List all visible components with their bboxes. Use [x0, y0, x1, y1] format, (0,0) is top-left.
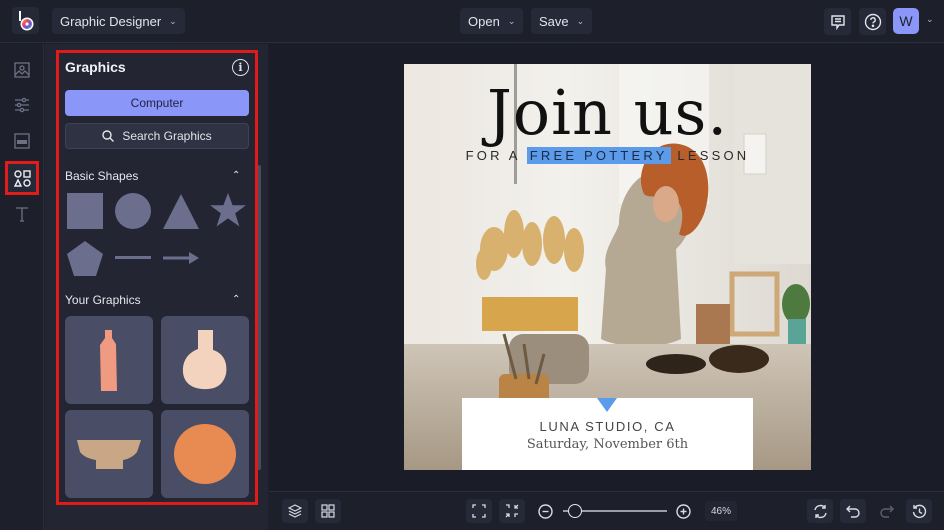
replace-button[interactable] — [807, 499, 833, 523]
history-icon — [912, 504, 926, 518]
zoom-percent-text: 46% — [710, 505, 731, 517]
subheadline-prefix: FOR A — [465, 148, 520, 163]
chevron-down-icon: ⌄ — [169, 15, 177, 26]
zoom-percent-input[interactable]: 46% — [705, 501, 737, 521]
sliders-icon — [15, 97, 29, 113]
graphic-round-vase[interactable] — [161, 316, 249, 404]
feedback-button[interactable] — [824, 8, 851, 35]
top-bar: Graphic Designer ⌄ Open ⌄ Save ⌄ W ⌄ — [0, 0, 944, 43]
search-label: Search Graphics — [122, 129, 212, 143]
graphic-bottle-vase[interactable] — [65, 316, 153, 404]
history-button[interactable] — [906, 499, 932, 523]
search-icon — [102, 130, 115, 142]
undo-icon — [845, 505, 860, 518]
expand-icon — [472, 504, 486, 518]
bowl-icon — [77, 440, 141, 469]
your-graphics-heading: Your Graphics — [65, 293, 141, 307]
redo-button[interactable] — [873, 499, 899, 523]
redo-icon — [879, 505, 894, 518]
layers-icon — [288, 504, 302, 518]
zoom-slider-handle[interactable] — [567, 504, 582, 518]
user-avatar[interactable]: W — [893, 8, 919, 34]
help-icon — [864, 13, 881, 30]
open-button[interactable]: Open ⌄ — [460, 8, 524, 34]
avatar-initial: W — [899, 13, 913, 29]
shape-line[interactable] — [114, 253, 152, 263]
location-text: LUNA STUDIO, CA — [539, 419, 676, 434]
save-button[interactable]: Save ⌄ — [531, 8, 593, 34]
upload-computer-button[interactable]: Computer — [65, 90, 249, 116]
collapse-your-graphics-icon[interactable]: ⌃ — [232, 294, 240, 305]
feedback-icon — [830, 14, 845, 30]
rail-item-adjust[interactable] — [8, 91, 36, 119]
help-button[interactable] — [859, 8, 886, 35]
shrink-button[interactable] — [499, 499, 525, 523]
logo-icon — [18, 10, 33, 30]
shape-square[interactable] — [66, 193, 104, 229]
subheadline-highlight: FREE POTTERY — [526, 147, 671, 164]
panel-title: Graphics — [65, 59, 126, 75]
event-info-box[interactable]: LUNA STUDIO, CA Saturday, November 6th — [462, 398, 753, 470]
rail-item-layouts[interactable] — [8, 127, 36, 155]
basic-shapes-heading: Basic Shapes — [65, 169, 139, 183]
layout-icon — [14, 133, 30, 149]
panel-scrollbar[interactable] — [257, 165, 261, 470]
shape-arrow[interactable] — [162, 250, 200, 266]
computer-label: Computer — [130, 96, 184, 110]
rail-item-text[interactable] — [8, 200, 36, 228]
logo-button[interactable] — [12, 7, 39, 34]
text-icon — [16, 207, 28, 222]
zoom-out-button[interactable] — [532, 499, 558, 523]
zoom-slider[interactable] — [563, 503, 667, 519]
fit-screen-button[interactable] — [466, 499, 492, 523]
tool-rail — [0, 44, 44, 530]
grid-button[interactable] — [315, 499, 341, 523]
round-vase-icon — [182, 330, 227, 390]
info-icon[interactable]: i — [232, 59, 249, 76]
shapes-icon — [13, 169, 31, 187]
shrink-icon — [505, 504, 519, 518]
graphic-bowl[interactable] — [65, 410, 153, 498]
zoom-out-icon — [537, 503, 553, 519]
shape-circle[interactable] — [114, 193, 152, 231]
rail-item-photos[interactable] — [8, 56, 36, 84]
chevron-down-icon: ⌄ — [507, 15, 516, 26]
rail-item-graphics[interactable] — [5, 161, 39, 195]
triangle-marker-icon — [597, 398, 617, 412]
shape-pentagon[interactable] — [66, 240, 104, 278]
refresh-icon — [813, 504, 827, 518]
subheadline-suffix: LESSON — [677, 148, 750, 163]
shape-triangle[interactable] — [162, 193, 200, 231]
image-icon — [14, 62, 30, 78]
chevron-down-icon[interactable]: ⌄ — [926, 14, 934, 25]
bottle-vase-icon — [100, 330, 117, 391]
layers-button[interactable] — [282, 499, 308, 523]
open-label: Open — [468, 13, 500, 29]
grid-icon — [321, 504, 335, 518]
graphic-orange-circle[interactable] — [161, 410, 249, 498]
design-canvas[interactable]: Join us. FOR A FREE POTTERY LESSON LUNA … — [404, 64, 811, 470]
search-graphics-button[interactable]: Search Graphics — [65, 123, 249, 149]
orange-circle-icon — [174, 424, 236, 484]
save-label: Save — [539, 13, 569, 29]
zoom-in-button[interactable] — [670, 499, 696, 523]
app-menu-button[interactable]: Graphic Designer ⌄ — [52, 8, 185, 34]
headline-text[interactable]: Join us. — [404, 78, 811, 148]
chevron-down-icon: ⌄ — [576, 15, 585, 26]
shape-star[interactable] — [209, 193, 247, 229]
zoom-in-icon — [675, 503, 691, 519]
app-menu-label: Graphic Designer — [60, 13, 162, 29]
undo-button[interactable] — [840, 499, 866, 523]
subheadline[interactable]: FOR A FREE POTTERY LESSON — [404, 147, 811, 164]
date-text: Saturday, November 6th — [526, 437, 689, 452]
collapse-basic-shapes-icon[interactable]: ⌃ — [232, 170, 240, 181]
